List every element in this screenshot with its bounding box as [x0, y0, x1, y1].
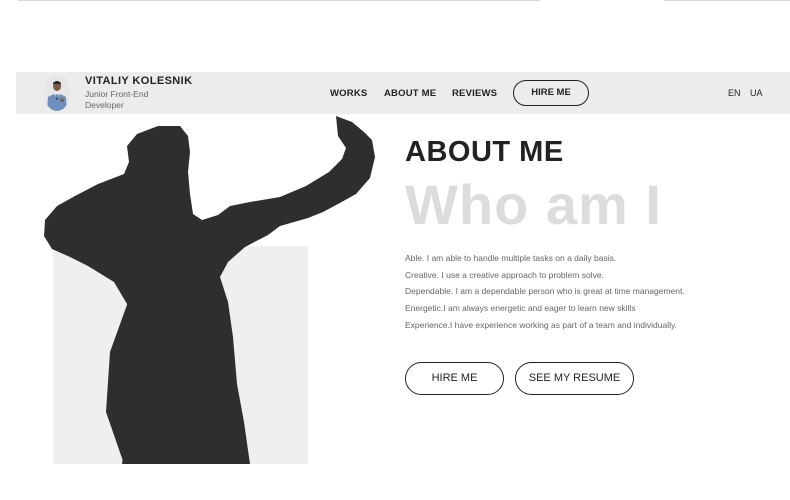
about-description: Able. I am able to handle multiple tasks… — [405, 252, 735, 335]
developer-avatar-icon — [44, 75, 70, 111]
description-line: Dependable. I am a dependable person who… — [405, 286, 685, 297]
nav-reviews[interactable]: REVIEWS — [452, 88, 497, 99]
nav-about-me[interactable]: ABOUT ME — [384, 88, 436, 99]
top-divider-right — [664, 0, 790, 1]
description-line: Energetic.I am always energetic and eage… — [405, 303, 636, 314]
lang-ua-link[interactable]: UA — [750, 88, 763, 98]
developer-role: Junior Front-End Developer — [85, 89, 149, 110]
developer-name: VITALIY KOLESNIK — [85, 75, 193, 87]
description-line: Creative. I use a creative approach to p… — [405, 269, 604, 280]
nav-hire-me-button[interactable]: HIRE ME — [513, 80, 589, 106]
hire-me-button[interactable]: HIRE ME — [405, 362, 504, 395]
nav-works[interactable]: WORKS — [330, 88, 367, 99]
section-subtitle: Who am I — [405, 173, 662, 236]
top-divider-left — [18, 0, 540, 1]
site-header: VITALIY KOLESNIK Junior Front-End Develo… — [0, 72, 790, 114]
see-resume-button[interactable]: SEE MY RESUME — [515, 362, 634, 395]
person-silhouette-image — [44, 116, 375, 464]
description-line: Able. I am able to handle multiple tasks… — [405, 253, 617, 263]
page-title: ABOUT ME — [405, 136, 564, 168]
lang-en-link[interactable]: EN — [728, 88, 741, 98]
description-line: Experience.I have experience working as … — [405, 319, 677, 330]
avatar[interactable] — [44, 75, 70, 111]
